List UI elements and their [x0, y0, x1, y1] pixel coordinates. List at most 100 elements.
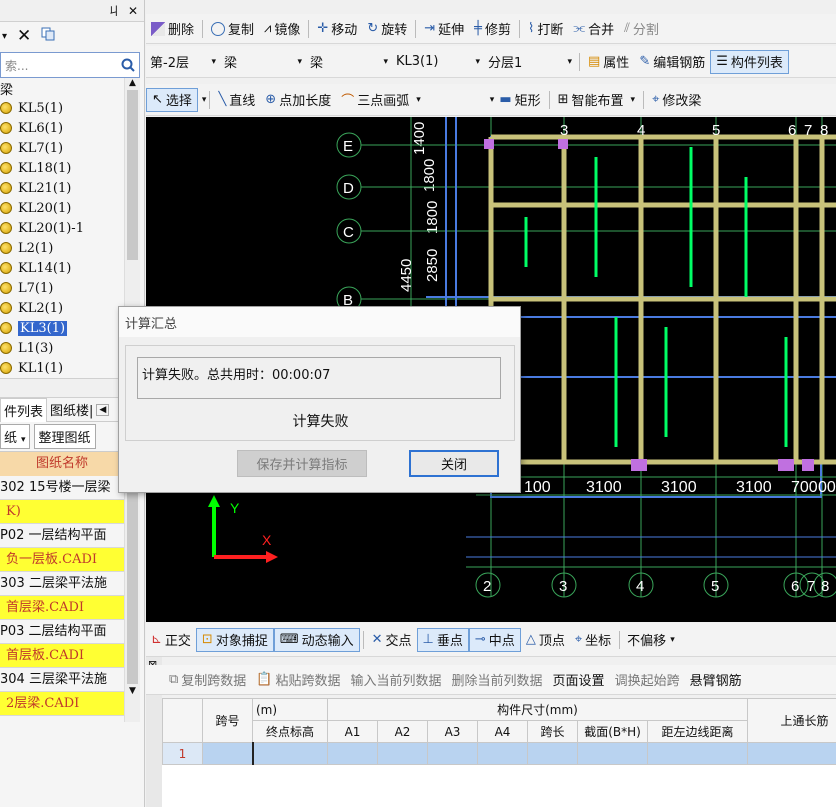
vertex-snap-button[interactable]: △ 顶点 [521, 628, 570, 652]
properties-button[interactable]: ▤ 属性 [583, 50, 634, 74]
dim-label: 2850 [424, 249, 441, 282]
select-dropdown-icon[interactable]: ▾ [202, 95, 207, 105]
drawing-row[interactable]: 首层板.CADI [0, 644, 124, 668]
tree-item[interactable]: L2(1) [0, 238, 122, 258]
merge-button[interactable]: ⫘ 合并 [568, 17, 619, 41]
copy-icon[interactable] [41, 27, 55, 45]
swap-start-span-button[interactable]: 调换起始跨 [610, 668, 685, 692]
mirror-button[interactable]: ⩘ 镜像 [259, 17, 305, 41]
tree-item[interactable]: KL20(1)-1 [0, 218, 122, 238]
move-button[interactable]: ✛ 移动 [312, 17, 362, 41]
table-cell[interactable] [527, 742, 578, 765]
delete-column-data-button[interactable]: 删除当前列数据 [447, 668, 548, 692]
tree-item[interactable]: KL20(1) [0, 198, 122, 218]
perpendicular-snap-button[interactable]: ⊥ 垂点 [416, 627, 469, 652]
drawing-combo[interactable]: 纸 ▾ [0, 424, 30, 449]
split-button[interactable]: ⫽ 分割 [619, 17, 664, 41]
paste-icon: 📋 [256, 672, 273, 687]
table-cell[interactable] [647, 742, 748, 765]
select-button[interactable]: ↖ 选择 [146, 87, 198, 112]
tree-item[interactable]: KL21(1) [0, 178, 122, 198]
floor-select[interactable]: 第-2层 ▾ [146, 51, 220, 73]
tree-item[interactable]: KL2(1) [0, 298, 122, 318]
close-icon[interactable]: ✕ [128, 4, 138, 18]
component-select[interactable]: KL3(1) ▾ [392, 51, 484, 73]
tree-item[interactable]: KL3(1) [0, 318, 122, 338]
table-cell[interactable] [251, 742, 328, 765]
trim-button[interactable]: ╪ 修剪 [469, 17, 516, 41]
pin-icon[interactable]: ㄐ [108, 2, 120, 19]
tree-item[interactable]: KL7(1) [0, 138, 122, 158]
drawing-row[interactable]: 302 15号楼一层梁 [0, 476, 124, 500]
cantilever-rebar-button[interactable]: 悬臂钢筋 [685, 668, 747, 692]
dialog-close-button[interactable]: 关闭 [409, 450, 499, 477]
drawing-row[interactable]: 2层梁.CADI [0, 692, 124, 716]
drawing-row[interactable]: P03 二层结构平面 [0, 620, 124, 644]
tree-item[interactable]: KL6(1) [0, 118, 122, 138]
input-column-data-button[interactable]: 输入当前列数据 [346, 668, 447, 692]
copy-span-data-button[interactable]: ⧉ 复制跨数据 [164, 668, 251, 692]
table-cell[interactable] [747, 742, 836, 765]
drawing-row[interactable]: 303 二层梁平法施 [0, 572, 124, 596]
search-input[interactable]: 索... [0, 52, 140, 78]
drawing-row[interactable]: 304 三层梁平法施 [0, 668, 124, 692]
scroll-thumb[interactable] [127, 90, 138, 260]
table-cell[interactable] [327, 742, 378, 765]
table-cell[interactable] [202, 742, 253, 765]
extend-button[interactable]: ⇥ 延伸 [419, 17, 469, 41]
rectangle-button[interactable]: ▬ 矩形 [494, 88, 545, 112]
tab-component-list[interactable]: 件列表 [0, 397, 48, 422]
offset-select[interactable]: 不偏移 ▾ [623, 629, 679, 651]
break-button[interactable]: ⌇ 打断 [523, 17, 568, 41]
axis-col-labels-bottom: 2 3 4 5 6 7 8 [483, 578, 829, 595]
tree-item[interactable]: KL1(1) [0, 358, 122, 378]
coordinate-snap-button[interactable]: ⌖ 坐标 [570, 628, 616, 652]
drawing-row[interactable]: 首层梁.CADI [0, 596, 124, 620]
scroll-down-icon[interactable]: ▼ [125, 686, 140, 696]
beam-component-icon [0, 242, 12, 254]
tree-item[interactable]: KL18(1) [0, 158, 122, 178]
table-row[interactable]: 1 [162, 742, 836, 765]
component-list-button[interactable]: ☰ 构件列表 [710, 49, 789, 74]
paste-span-data-button[interactable]: 📋 粘贴跨数据 [251, 668, 345, 692]
tree-category[interactable]: 梁 [0, 78, 122, 98]
tab-drawing-management[interactable]: 图纸楼| [47, 398, 96, 421]
object-snap-button[interactable]: ⊡ 对象捕捉 [195, 627, 274, 652]
rotate-button[interactable]: ↻ 旋转 [362, 17, 412, 41]
search-icon[interactable] [121, 58, 135, 72]
tree-item[interactable]: L7(1) [0, 278, 122, 298]
delete-icon[interactable]: ✕ [17, 26, 31, 46]
drawing-row[interactable]: P02 一层结构平面 [0, 524, 124, 548]
point-extend-button[interactable]: ⊕ 点加长度 [260, 88, 336, 112]
tab-scroll-left-icon[interactable]: ◀ [96, 403, 110, 416]
three-point-arc-button[interactable]: ⌒ 三点画弧 ▾ [336, 88, 426, 112]
line-button[interactable]: ╲ 直线 [213, 88, 260, 112]
tree-item[interactable]: KL14(1) [0, 258, 122, 278]
table-cell[interactable] [427, 742, 478, 765]
smart-layout-button[interactable]: ⊞ 智能布置 ▾ [553, 88, 640, 112]
delete-button[interactable]: 删除 [146, 17, 199, 41]
dropdown-caret-icon[interactable]: ▾ [2, 31, 7, 42]
save-and-calc-button[interactable]: 保存并计算指标 [237, 450, 367, 477]
layer-select[interactable]: 分层1 ▾ [484, 51, 576, 73]
midpoint-snap-button[interactable]: ⊸ 中点 [468, 627, 521, 652]
table-cell[interactable] [377, 742, 428, 765]
scroll-thumb[interactable] [127, 464, 138, 684]
drawing-row[interactable]: 负一层板.CADI [0, 548, 124, 572]
table-cell[interactable] [477, 742, 528, 765]
edit-rebar-button[interactable]: ✎ 编辑钢筋 [634, 50, 710, 74]
dynamic-input-button[interactable]: ⌨ 动态输入 [273, 627, 360, 652]
type-select[interactable]: 梁 ▾ [306, 51, 392, 73]
scroll-up-icon[interactable]: ▲ [125, 78, 140, 88]
tree-item[interactable]: L1(3) [0, 338, 122, 358]
drawing-row[interactable]: K) [0, 500, 124, 524]
table-cell[interactable] [577, 742, 648, 765]
intersection-snap-button[interactable]: ✕ 交点 [367, 628, 417, 652]
category-select[interactable]: 梁 ▾ [220, 51, 306, 73]
modify-beam-button[interactable]: ⌖ 修改梁 [647, 88, 706, 112]
page-setup-button[interactable]: 页面设置 [548, 668, 610, 692]
copy-button[interactable]: 复制 [206, 17, 259, 41]
tree-item[interactable]: KL5(1) [0, 98, 122, 118]
ortho-button[interactable]: ⊾ 正交 [146, 628, 196, 652]
organize-drawings-button[interactable]: 整理图纸 [33, 424, 96, 449]
